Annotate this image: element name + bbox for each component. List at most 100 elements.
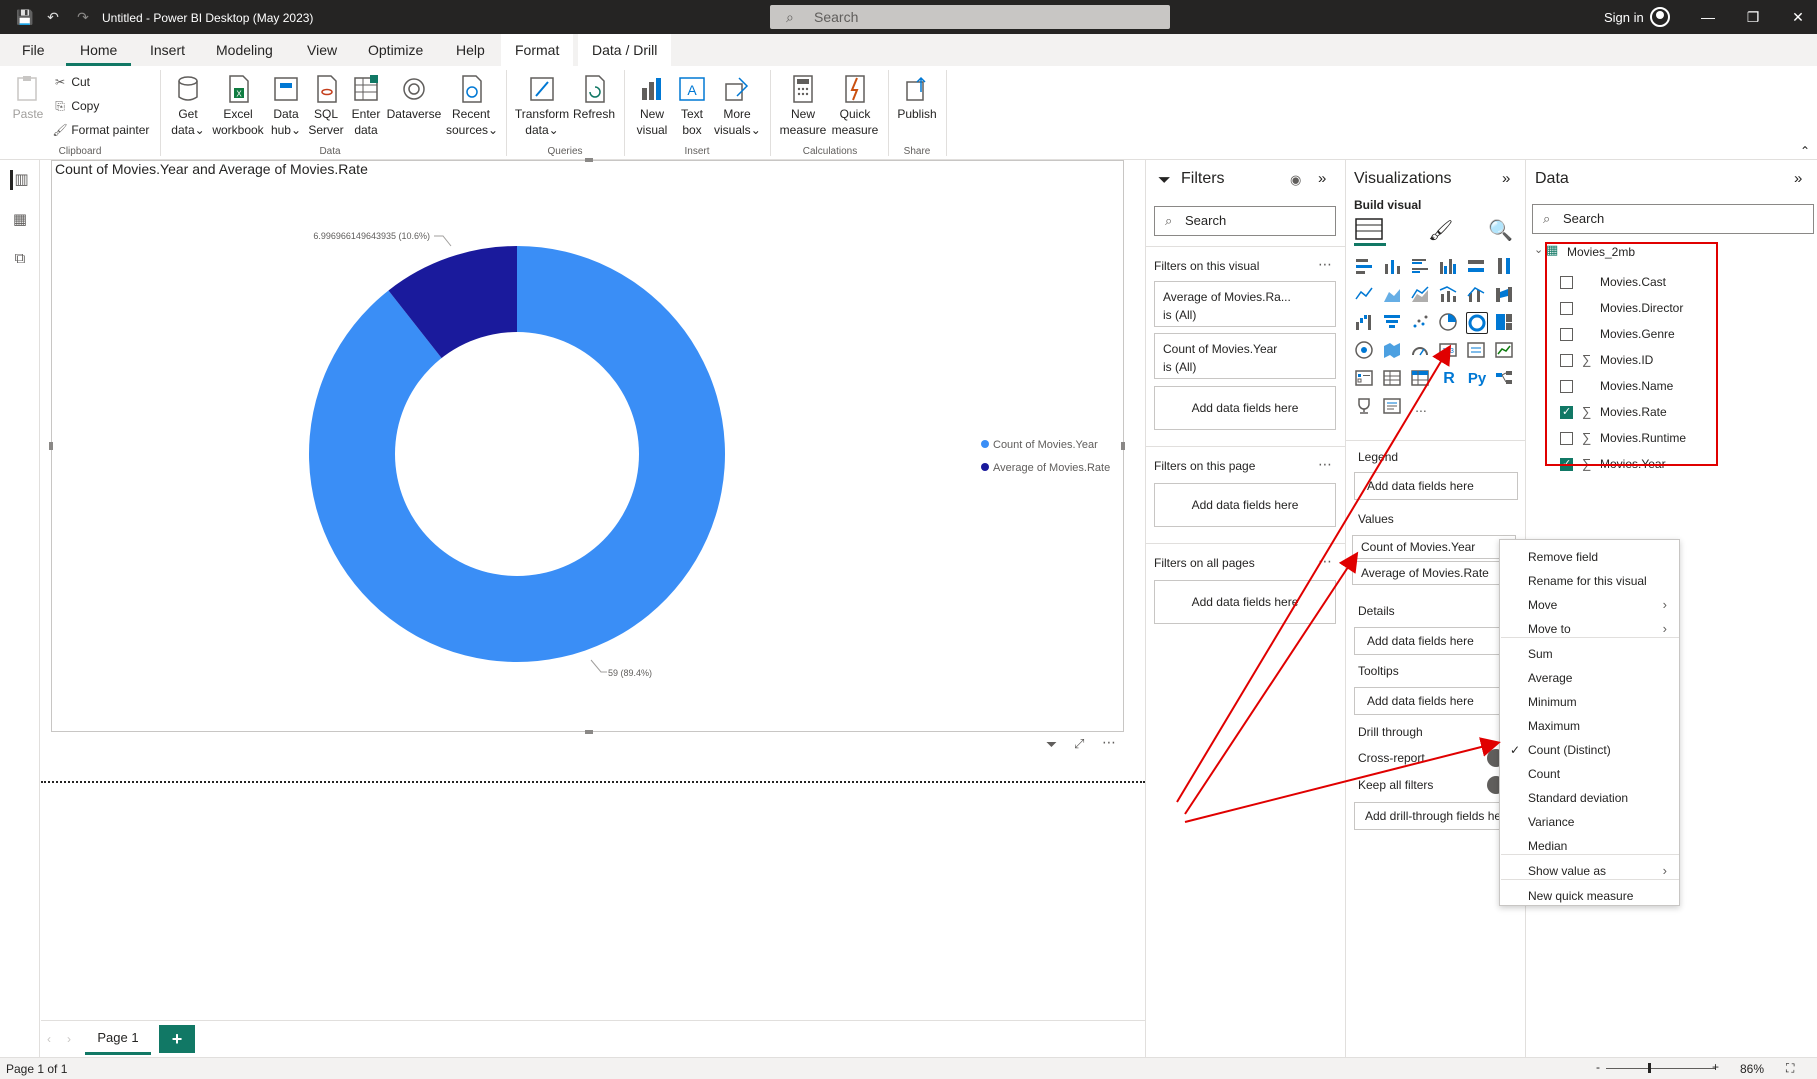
filter-icon[interactable]: ⏷ [1046, 736, 1057, 753]
cut-button[interactable]: ✂ Cut [52, 75, 90, 89]
new-measure-button[interactable]: New measure [778, 74, 828, 138]
add-all-pages-filter-field[interactable]: Add data fields here [1154, 580, 1336, 624]
quick-measure-button[interactable]: Quick measure [830, 74, 880, 138]
tab-file[interactable]: File [8, 34, 59, 66]
menu-item-new-quick-measure[interactable]: New quick measure [1528, 889, 1633, 903]
add-visual-filter-field[interactable]: Add data fields here [1154, 386, 1336, 430]
waterfall-icon[interactable] [1354, 312, 1376, 334]
next-page-icon[interactable]: › [67, 1032, 71, 1046]
paste-button[interactable]: Paste [10, 74, 46, 122]
text-box-button[interactable]: A Text box [674, 74, 710, 138]
dataverse-button[interactable]: Dataverse [386, 74, 442, 122]
zoom-out-button[interactable]: - [1596, 1060, 1600, 1074]
sql-server-button[interactable]: SQL Server [308, 74, 344, 138]
legend-item-count[interactable]: Count of Movies.Year [993, 439, 1098, 451]
line-column-icon[interactable] [1438, 284, 1460, 306]
analytics-icon[interactable]: 🔍 [1488, 218, 1513, 243]
menu-item-median[interactable]: Median [1528, 839, 1567, 853]
more-options-icon[interactable]: ⋯ [1102, 734, 1116, 751]
menu-item-count[interactable]: Count [1528, 767, 1560, 781]
clustered-bar-icon[interactable] [1410, 256, 1432, 278]
model-view-icon[interactable]: ⧉ [10, 250, 30, 270]
report-view-icon[interactable]: ▥ [10, 170, 30, 190]
collapse-pane-icon[interactable]: » [1318, 170, 1326, 187]
tab-home[interactable]: Home [66, 34, 132, 66]
refresh-button[interactable]: Refresh [572, 74, 616, 122]
save-icon[interactable]: 💾 [16, 8, 34, 26]
table-icon[interactable] [1382, 368, 1404, 390]
area-chart-icon[interactable] [1382, 284, 1404, 306]
clustered-column-icon[interactable] [1438, 256, 1460, 278]
data-search-input[interactable]: ⌕ Search [1532, 204, 1814, 234]
tab-optimize[interactable]: Optimize [354, 34, 437, 66]
details-add-field[interactable]: Add data fields here [1354, 627, 1518, 655]
menu-item-standard-deviation[interactable]: Standard deviation [1528, 791, 1628, 805]
menu-item-minimum[interactable]: Minimum [1528, 695, 1577, 709]
enter-data-button[interactable]: Enter data [348, 74, 384, 138]
zoom-slider-thumb[interactable] [1648, 1063, 1651, 1073]
data-hub-button[interactable]: Data hub⌄ [268, 74, 304, 138]
tab-insert[interactable]: Insert [136, 34, 199, 66]
tab-data-drill[interactable]: Data / Drill [578, 34, 672, 66]
menu-item-average[interactable]: Average [1528, 671, 1572, 685]
get-data-button[interactable]: Get data⌄ [168, 74, 208, 138]
sign-in-link[interactable]: Sign in [1604, 10, 1644, 25]
line-chart-icon[interactable] [1354, 284, 1376, 306]
resize-handle[interactable] [585, 158, 593, 162]
recent-sources-button[interactable]: Recent sources⌄ [446, 74, 498, 138]
menu-item-variance[interactable]: Variance [1528, 815, 1574, 829]
filter-card-count[interactable]: Count of Movies.Year is (All) [1154, 333, 1336, 379]
table-view-icon[interactable]: ▦ [10, 210, 30, 230]
map-icon[interactable] [1354, 340, 1376, 362]
pie-chart-icon[interactable] [1438, 312, 1460, 334]
funnel-icon[interactable] [1382, 312, 1404, 334]
collapse-pane-icon[interactable]: » [1502, 170, 1510, 187]
tooltips-add-field[interactable]: Add data fields here [1354, 687, 1518, 715]
card-icon[interactable]: 123 [1438, 340, 1460, 362]
tab-view[interactable]: View [293, 34, 351, 66]
menu-item-maximum[interactable]: Maximum [1528, 719, 1580, 733]
donut-chart[interactable]: 6.996966149643935 (10.6%) 59 (89.4%) Cou… [51, 180, 1124, 730]
scatter-icon[interactable] [1410, 312, 1432, 334]
menu-item-sum[interactable]: Sum [1528, 647, 1553, 661]
stacked-column-icon[interactable] [1382, 256, 1404, 278]
stacked-area-icon[interactable] [1410, 284, 1432, 306]
multi-row-card-icon[interactable] [1466, 340, 1488, 362]
menu-item-show-value-as[interactable]: Show value as [1528, 864, 1606, 878]
trophy-icon[interactable] [1354, 396, 1376, 418]
100-column-icon[interactable] [1494, 256, 1516, 278]
legend-item-average[interactable]: Average of Movies.Rate [993, 462, 1110, 474]
filled-map-icon[interactable] [1382, 340, 1404, 362]
menu-item-move[interactable]: Move [1528, 598, 1557, 612]
matrix-icon[interactable] [1410, 368, 1432, 390]
excel-workbook-button[interactable]: X Excel workbook [210, 74, 266, 138]
format-painter-button[interactable]: 🖌 Format painter [52, 123, 149, 137]
more-options-icon[interactable]: ⋯ [1318, 256, 1333, 273]
100-bar-icon[interactable] [1466, 256, 1488, 278]
menu-item-count-distinct[interactable]: Count (Distinct) [1528, 743, 1611, 757]
menu-item-move-to[interactable]: Move to [1528, 622, 1571, 636]
page-tab-1[interactable]: Page 1 [85, 1021, 151, 1055]
python-visual-icon[interactable]: Py [1466, 368, 1488, 390]
zoom-in-button[interactable]: + [1712, 1060, 1719, 1074]
legend-add-field[interactable]: Add data fields here [1354, 472, 1518, 500]
value-field-average[interactable]: Average of Movies.Rate ⌄ [1352, 561, 1516, 585]
narrative-icon[interactable] [1382, 396, 1404, 418]
zoom-slider[interactable] [1606, 1068, 1716, 1069]
chevron-down-icon[interactable]: ⌄ [1534, 243, 1543, 256]
filters-search-input[interactable]: ⌕ Search [1154, 206, 1336, 236]
avatar-icon[interactable] [1650, 7, 1670, 27]
copy-button[interactable]: ⎘ Copy [52, 99, 99, 114]
line-clustered-icon[interactable] [1466, 284, 1488, 306]
filter-card-average[interactable]: Average of Movies.Ra... is (All) [1154, 281, 1336, 327]
tab-help[interactable]: Help [442, 34, 499, 66]
collapse-ribbon-icon[interactable]: ⌃ [1800, 144, 1810, 158]
slicer-icon[interactable] [1354, 368, 1376, 390]
build-visual-tab[interactable] [1354, 216, 1386, 246]
restore-icon[interactable]: ❐ [1743, 8, 1763, 26]
donut-chart-icon[interactable] [1466, 312, 1488, 334]
add-page-button[interactable]: + [159, 1025, 195, 1053]
add-page-filter-field[interactable]: Add data fields here [1154, 483, 1336, 527]
r-visual-icon[interactable]: R [1438, 368, 1460, 390]
more-options-icon[interactable]: ⋯ [1318, 456, 1333, 473]
